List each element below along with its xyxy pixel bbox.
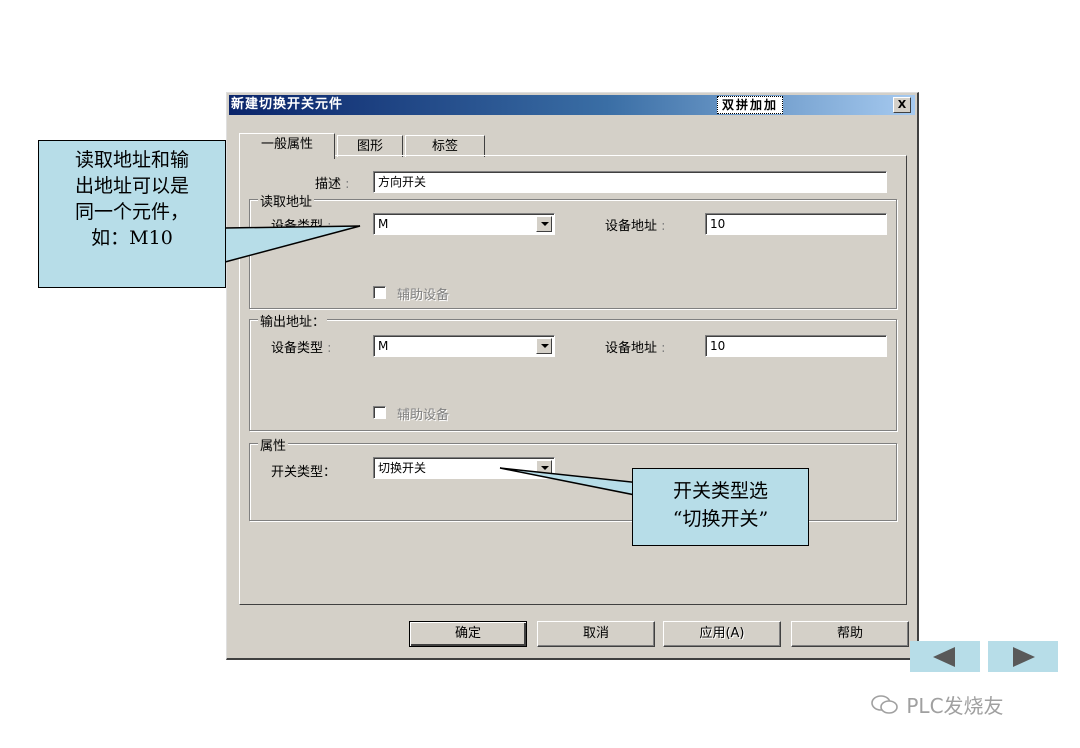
close-button[interactable]: X <box>893 97 911 113</box>
read-device-address-label-text: 设备地址 <box>605 219 658 234</box>
read-device-address-label: 设备地址 : <box>605 219 666 234</box>
tab-labels-label: 标签 <box>431 139 458 154</box>
address-note-line: 出地址可以是 <box>74 175 189 197</box>
triangle-left-icon <box>933 647 955 667</box>
next-slide-button[interactable] <box>988 641 1058 672</box>
output-device-type-label: 设备类型 : <box>271 341 332 356</box>
read-address-legend: 读取地址 <box>258 191 315 210</box>
output-aux-device-label: 辅助设备 <box>397 408 450 423</box>
output-device-address-input[interactable]: 10 <box>705 335 887 357</box>
dialog-title: 新建切换开关元件 <box>231 97 344 112</box>
watermark-text: PLC发烧友 <box>906 694 1004 718</box>
chevron-down-icon[interactable] <box>536 216 552 232</box>
output-device-type-label-text: 设备类型 <box>271 341 324 356</box>
tab-graphics[interactable]: 图形 <box>337 135 403 157</box>
address-note-callout: 读取地址和输 出地址可以是 同一个元件， 如：M10 <box>38 140 226 288</box>
output-address-legend: 输出地址： <box>258 311 328 330</box>
help-button[interactable]: 帮助 <box>791 621 909 647</box>
watermark: PLC发烧友 <box>870 690 1004 719</box>
switch-type-note-callout: 开关类型选 “切换开关” <box>632 468 809 546</box>
cancel-button[interactable]: 取消 <box>537 621 655 647</box>
dialog-titlebar[interactable]: 新建切换开关元件 双拼加加 X <box>229 95 915 115</box>
description-input[interactable]: 方向开关 <box>373 171 887 193</box>
output-device-type-select[interactable]: M <box>373 335 555 357</box>
output-device-type-value: M <box>378 339 389 353</box>
switch-type-value: 切换开关 <box>378 461 427 475</box>
wechat-icon <box>871 695 898 714</box>
description-label-text: 描述 <box>315 177 342 192</box>
description-label: 描述 : <box>315 177 350 192</box>
apply-button[interactable]: 应用(A) <box>663 621 781 647</box>
read-device-type-label: 设备类型 : <box>271 219 332 234</box>
tab-general-label: 一般属性 <box>260 137 313 152</box>
address-note-line: 如：M10 <box>91 227 173 249</box>
tab-labels[interactable]: 标签 <box>405 135 485 157</box>
read-device-type-select[interactable]: M <box>373 213 555 235</box>
chevron-down-icon[interactable] <box>536 460 552 476</box>
output-device-address-label-text: 设备地址 <box>605 341 658 356</box>
tab-general[interactable]: 一般属性 <box>239 133 335 159</box>
tab-graphics-label: 图形 <box>356 139 383 154</box>
address-note-line: 同一个元件， <box>74 201 189 223</box>
switch-type-select[interactable]: 切换开关 <box>373 457 555 479</box>
ok-button[interactable]: 确定 <box>409 621 527 647</box>
triangle-right-icon <box>1013 647 1035 667</box>
read-device-address-input[interactable]: 10 <box>705 213 887 235</box>
properties-legend: 属性 <box>258 435 289 454</box>
chevron-down-icon[interactable] <box>536 338 552 354</box>
output-aux-device-checkbox[interactable] <box>373 406 386 419</box>
switch-note-line: 开关类型选 <box>672 480 768 502</box>
read-aux-device-checkbox[interactable] <box>373 286 386 299</box>
prev-slide-button[interactable] <box>910 641 980 672</box>
read-device-type-label-text: 设备类型 <box>271 219 324 234</box>
new-switch-dialog: 新建切换开关元件 双拼加加 X 一般属性 图形 标签 描述 : 方向开关 读取地… <box>226 92 919 660</box>
read-device-type-value: M <box>378 217 389 231</box>
ime-status-indicator[interactable]: 双拼加加 <box>717 96 784 114</box>
address-note-line: 读取地址和输 <box>74 149 189 171</box>
read-aux-device-label: 辅助设备 <box>397 288 450 303</box>
switch-type-label: 开关类型： <box>271 465 337 480</box>
switch-note-line: “切换开关” <box>672 508 769 530</box>
output-device-address-label: 设备地址 : <box>605 341 666 356</box>
